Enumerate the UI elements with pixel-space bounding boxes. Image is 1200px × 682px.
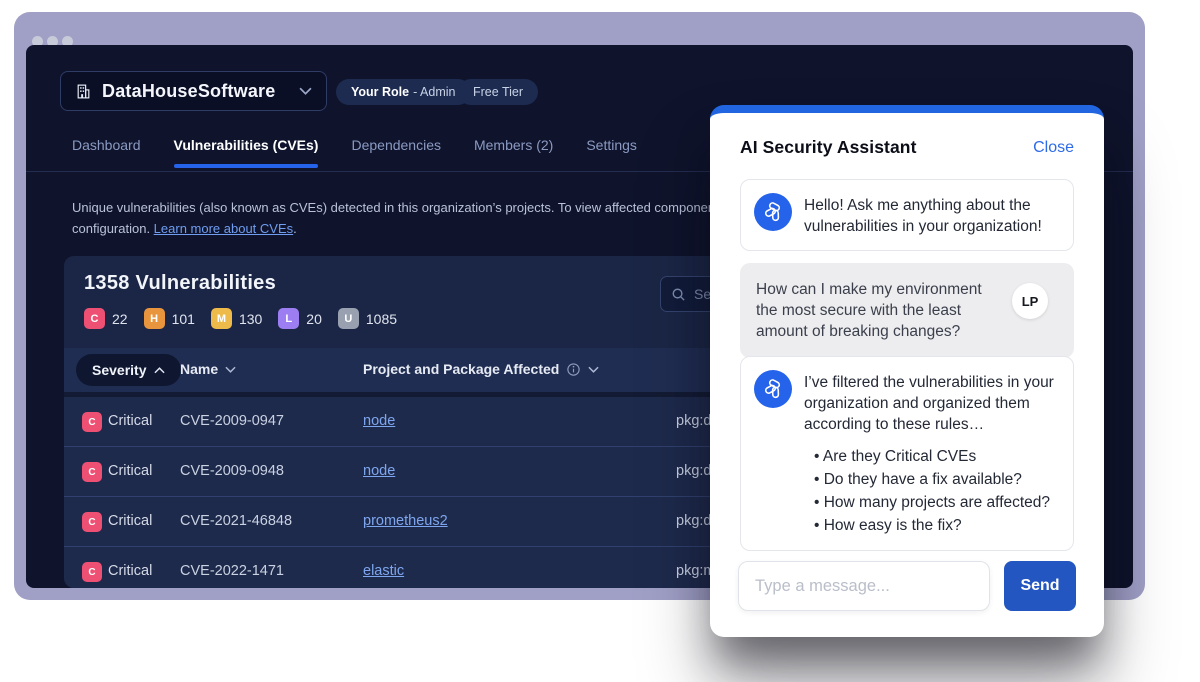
bullet-item: Are they Critical CVEs bbox=[804, 445, 1060, 468]
severity-summary-medium: M 130 bbox=[211, 308, 262, 329]
project-link[interactable]: node bbox=[363, 463, 395, 479]
severity-summary-unknown: U 1085 bbox=[338, 308, 397, 329]
severity-cell: Critical bbox=[108, 513, 152, 529]
building-icon bbox=[75, 83, 92, 100]
role-badge: Your Role - Admin bbox=[336, 79, 471, 105]
tab-members[interactable]: Members (2) bbox=[474, 137, 553, 168]
cve-cell: CVE-2021-46848 bbox=[180, 513, 292, 529]
bot-avatar bbox=[754, 370, 792, 408]
severity-badge-critical: C bbox=[82, 562, 102, 582]
package-cell: pkg:d bbox=[676, 413, 711, 429]
project-link[interactable]: prometheus2 bbox=[363, 513, 448, 529]
tab-vulnerabilities[interactable]: Vulnerabilities (CVEs) bbox=[174, 137, 319, 168]
package-cell: pkg:d bbox=[676, 513, 711, 529]
assistant-logo-icon bbox=[762, 378, 784, 400]
cve-cell: CVE-2009-0947 bbox=[180, 413, 284, 429]
page-description: Unique vulnerabilities (also known as CV… bbox=[72, 197, 712, 239]
severity-badge-critical: C bbox=[82, 512, 102, 532]
bot-message-bullets: Are they Critical CVEs Do they have a fi… bbox=[804, 445, 1060, 537]
bot-message: I’ve filtered the vulnerabilities in you… bbox=[740, 356, 1074, 551]
severity-cell: Critical bbox=[108, 563, 152, 579]
screenshot-stage: DataHouseSoftware Your Role - Admin Free… bbox=[0, 0, 1200, 682]
severity-badge-high: H bbox=[144, 308, 165, 329]
column-header-project[interactable]: Project and Package Affected bbox=[363, 361, 599, 377]
user-message: How can I make my environment the most s… bbox=[740, 263, 1074, 358]
message-input[interactable] bbox=[738, 561, 990, 611]
role-label: Your Role bbox=[351, 85, 409, 99]
severity-badge-medium: M bbox=[211, 308, 232, 329]
bullet-item: How easy is the fix? bbox=[804, 514, 1060, 537]
cve-cell: CVE-2022-1471 bbox=[180, 563, 284, 579]
chevron-down-icon bbox=[299, 87, 312, 95]
severity-badge-critical: C bbox=[82, 412, 102, 432]
package-cell: pkg:d bbox=[676, 463, 711, 479]
severity-badge-unknown: U bbox=[338, 308, 359, 329]
severity-summary-high: H 101 bbox=[144, 308, 195, 329]
tab-dashboard[interactable]: Dashboard bbox=[72, 137, 141, 168]
send-button[interactable]: Send bbox=[1004, 561, 1076, 611]
bullet-item: Do they have a fix available? bbox=[804, 468, 1060, 491]
severity-summary-low: L 20 bbox=[278, 308, 322, 329]
user-message-text: How can I make my environment the most s… bbox=[756, 279, 998, 342]
role-value: - Admin bbox=[413, 85, 455, 99]
ai-assistant-panel: AI Security Assistant Close Hello! Ask m… bbox=[710, 105, 1104, 637]
chevron-up-icon bbox=[154, 367, 165, 374]
tab-dependencies[interactable]: Dependencies bbox=[351, 137, 441, 168]
user-avatar: LP bbox=[1012, 283, 1048, 319]
close-button[interactable]: Close bbox=[1033, 139, 1074, 157]
ai-assistant-header: AI Security Assistant Close bbox=[740, 137, 1074, 158]
severity-badge-critical: C bbox=[82, 462, 102, 482]
bot-avatar bbox=[754, 193, 792, 231]
bot-message: Hello! Ask me anything about the vulnera… bbox=[740, 179, 1074, 251]
bullet-item: How many projects are affected? bbox=[804, 491, 1060, 514]
tier-badge: Free Tier bbox=[458, 79, 538, 105]
severity-summary-critical: C 22 bbox=[84, 308, 128, 329]
tab-settings[interactable]: Settings bbox=[586, 137, 637, 168]
learn-more-link[interactable]: Learn more about CVEs bbox=[154, 221, 293, 236]
severity-cell: Critical bbox=[108, 463, 152, 479]
org-selector[interactable]: DataHouseSoftware bbox=[60, 71, 327, 111]
description-line1: Unique vulnerabilities (also known as CV… bbox=[72, 197, 712, 218]
description-line2: configuration. bbox=[72, 221, 154, 236]
project-link[interactable]: node bbox=[363, 413, 395, 429]
vulnerabilities-count-title: 1358 Vulnerabilities bbox=[84, 272, 276, 295]
search-icon bbox=[671, 287, 686, 302]
severity-cell: Critical bbox=[108, 413, 152, 429]
cve-cell: CVE-2009-0948 bbox=[180, 463, 284, 479]
org-name: DataHouseSoftware bbox=[102, 81, 275, 102]
bot-message-text: Hello! Ask me anything about the vulnera… bbox=[804, 193, 1060, 237]
column-header-severity[interactable]: Severity bbox=[76, 354, 181, 386]
project-link[interactable]: elastic bbox=[363, 563, 404, 579]
column-header-name[interactable]: Name bbox=[180, 361, 236, 377]
severity-badge-critical: C bbox=[84, 308, 105, 329]
ai-assistant-title: AI Security Assistant bbox=[740, 137, 917, 158]
severity-badge-low: L bbox=[278, 308, 299, 329]
chevron-down-icon bbox=[225, 366, 236, 373]
chevron-down-icon bbox=[588, 366, 599, 373]
tab-bar: Dashboard Vulnerabilities (CVEs) Depende… bbox=[72, 137, 637, 168]
info-icon[interactable] bbox=[566, 362, 581, 377]
assistant-logo-icon bbox=[762, 201, 784, 223]
severity-summary: C 22 H 101 M 130 L 20 bbox=[84, 308, 397, 329]
bot-message-text: I’ve filtered the vulnerabilities in you… bbox=[804, 370, 1060, 435]
